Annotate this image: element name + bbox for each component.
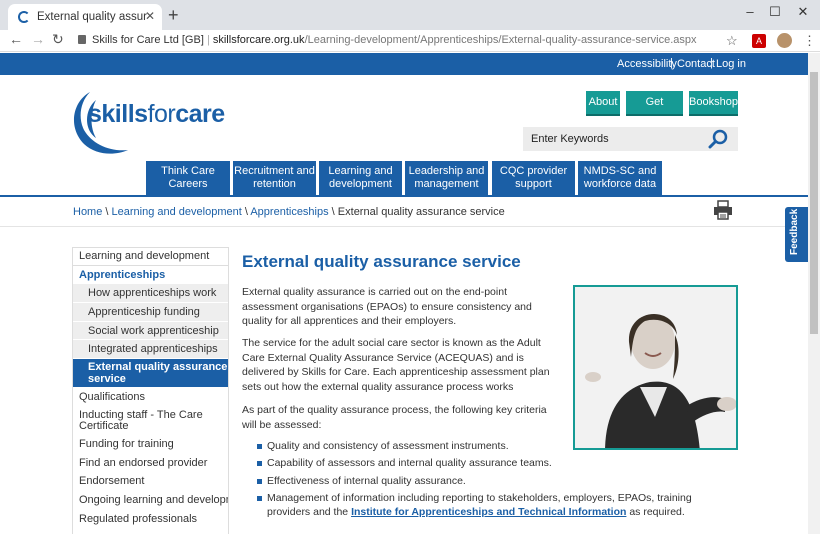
profile-avatar[interactable] xyxy=(777,33,792,48)
search-placeholder: Enter Keywords xyxy=(531,133,609,145)
sidebar-item-learning-development[interactable]: Learning and development xyxy=(72,247,229,266)
sidebar-item-qualifications[interactable]: Qualifications xyxy=(72,388,229,407)
scrollbar-thumb[interactable] xyxy=(810,72,818,334)
sidebar-item-funding-for-training[interactable]: Funding for training xyxy=(72,435,229,454)
sidebar-item-external-quality-assurance[interactable]: External quality assurance service xyxy=(72,359,229,389)
nav-think-care-careers[interactable]: Think Care Careers xyxy=(146,161,230,195)
url-field[interactable]: Skills for Care Ltd [GB] | skillsforcare… xyxy=(92,34,697,46)
feedback-tab[interactable]: Feedback xyxy=(785,207,808,262)
tab-close-icon[interactable]: ✕ xyxy=(145,9,155,23)
site-identity: Skills for Care Ltd [GB] xyxy=(92,34,204,46)
sidebar-item-endorsement[interactable]: Endorsement xyxy=(72,472,229,491)
menu-kebab-icon[interactable]: ⋮ xyxy=(803,33,816,49)
back-icon[interactable]: ← xyxy=(9,31,23,47)
lock-icon[interactable] xyxy=(78,35,86,44)
breadcrumb-home[interactable]: Home xyxy=(73,206,102,218)
sidebar-item-apprenticeships[interactable]: Apprenticeships xyxy=(72,266,229,285)
breadcrumb-apprenticeships[interactable]: Apprenticeships xyxy=(250,206,328,218)
logo-wordmark: skillsforcare xyxy=(88,100,225,128)
maximize-button[interactable]: ☐ xyxy=(768,4,782,20)
get-involved-button[interactable]: Get involved xyxy=(626,91,683,131)
url-domain: skillsforcare.org.uk xyxy=(212,34,305,46)
list-item: Effectiveness of internal quality assura… xyxy=(257,475,727,489)
new-tab-button[interactable]: + xyxy=(168,5,179,26)
browser-tab[interactable]: External quality assurance service ✕ xyxy=(8,4,162,30)
search-input[interactable]: Enter Keywords xyxy=(523,127,738,151)
sidebar-item-integrated-apprenticeships[interactable]: Integrated apprenticeships xyxy=(72,340,229,360)
divider xyxy=(0,226,808,227)
nav-underline xyxy=(0,195,808,197)
woman-presenting-photo xyxy=(573,285,738,450)
service-paragraph: The service for the adult social care se… xyxy=(242,337,550,393)
criteria-list: Quality and consistency of assessment in… xyxy=(257,440,727,523)
minimize-button[interactable]: – xyxy=(743,4,757,19)
sidebar-nav: Learning and development Apprenticeships… xyxy=(72,247,229,529)
utility-bar: Accessibility | Contact | Log in xyxy=(0,53,808,75)
close-window-button[interactable]: ✕ xyxy=(796,4,810,20)
print-icon[interactable] xyxy=(713,200,733,220)
breadcrumb-learning[interactable]: Learning and development xyxy=(112,206,242,218)
sidebar-item-apprenticeship-funding[interactable]: Apprenticeship funding xyxy=(72,303,229,322)
login-link[interactable]: Log in xyxy=(716,58,746,70)
url-path: /Learning-development/Apprenticeships/Ex… xyxy=(304,34,697,46)
sidebar-item-regulated-professionals[interactable]: Regulated professionals xyxy=(72,510,229,529)
sidebar-item-inducting-staff[interactable]: Inducting staff - The Care Certificate xyxy=(72,407,229,435)
sidebar-item-find-endorsed-provider[interactable]: Find an endorsed provider xyxy=(72,454,229,473)
sidebar-item-ongoing-learning[interactable]: Ongoing learning and development xyxy=(72,491,229,510)
breadcrumb-current: External quality assurance service xyxy=(337,206,505,218)
site-favicon-icon xyxy=(18,11,30,23)
nav-nmds-sc-workforce-data[interactable]: NMDS-SC and workforce data xyxy=(578,161,662,195)
sidebar-item-how-apprenticeships-work[interactable]: How apprenticeships work xyxy=(72,284,229,304)
nav-leadership-management[interactable]: Leadership and management xyxy=(405,161,488,195)
nav-learning-development[interactable]: Learning and development xyxy=(319,161,402,195)
list-item: Management of information including repo… xyxy=(257,492,727,520)
bookshop-button[interactable]: Bookshop xyxy=(689,91,738,116)
breadcrumb: Home \ Learning and development \ Appren… xyxy=(73,206,505,218)
page-title: External quality assurance service xyxy=(242,252,521,271)
intro-paragraph: External quality assurance is carried ou… xyxy=(242,286,532,327)
search-icon[interactable] xyxy=(708,129,728,149)
sidebar-item-social-work-apprenticeship[interactable]: Social work apprenticeship xyxy=(72,321,229,341)
criteria-intro-paragraph: As part of the quality assurance process… xyxy=(242,404,547,431)
about-button[interactable]: About xyxy=(586,91,620,116)
pdf-extension-icon[interactable]: A xyxy=(752,34,766,48)
reload-icon[interactable]: ↻ xyxy=(52,31,64,48)
list-item: Capability of assessors and internal qua… xyxy=(257,457,727,471)
accessibility-link[interactable]: Accessibility xyxy=(617,58,677,70)
address-bar-row: ← → ↻ Skills for Care Ltd [GB] | skillsf… xyxy=(0,30,820,52)
forward-icon[interactable]: → xyxy=(31,31,45,47)
bookmark-star-icon[interactable]: ☆ xyxy=(726,33,738,49)
nav-recruitment-retention[interactable]: Recruitment and retention xyxy=(233,161,316,195)
nav-cqc-provider-support[interactable]: CQC provider support xyxy=(492,161,575,195)
browser-tab-strip: External quality assurance service ✕ + –… xyxy=(0,0,820,30)
institute-link[interactable]: Institute for Apprenticeships and Techni… xyxy=(351,506,626,518)
tab-title: External quality assurance service xyxy=(37,11,147,23)
